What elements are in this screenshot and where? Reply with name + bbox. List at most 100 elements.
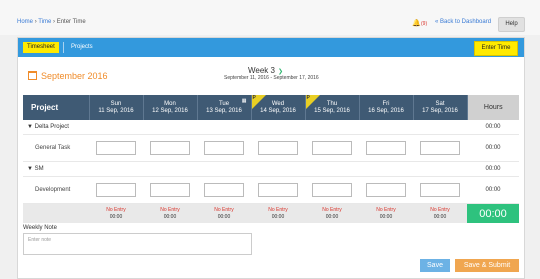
group-hours: 00:00 — [467, 120, 519, 135]
time-cell — [197, 134, 251, 162]
task-hours: 00:00 — [467, 134, 519, 162]
time-cell — [251, 176, 305, 204]
time-input[interactable] — [312, 183, 352, 197]
breadcrumb-separator: › — [34, 19, 37, 25]
day-date: 11 Sep, 2016 — [98, 107, 134, 114]
project-group-name[interactable]: ▼ SM — [23, 161, 143, 177]
day-header: P Thu 15 Sep, 2016 — [305, 95, 360, 120]
timesheet-card: Timesheet Projects Enter Time September … — [17, 37, 525, 279]
no-entry-status: No Entry — [214, 206, 234, 213]
time-input[interactable] — [366, 141, 406, 155]
grand-total: 00:00 — [467, 203, 519, 223]
task-hours: 00:00 — [467, 176, 519, 204]
help-button[interactable]: Help — [498, 17, 525, 32]
group-hours: 00:00 — [467, 161, 519, 177]
project-name: Delta Project — [34, 124, 69, 130]
alert-count[interactable]: (9) — [421, 21, 427, 27]
day-total-value: 00:00 — [325, 213, 339, 220]
time-input[interactable] — [312, 141, 352, 155]
project-group-name[interactable]: ▼ Delta Project — [23, 120, 143, 135]
time-cell — [197, 176, 251, 204]
day-date: 12 Sep, 2016 — [152, 107, 188, 114]
timesheet-table: Project Sun 11 Sep, 2016 Mon 12 Sep, 2016 … — [23, 95, 519, 223]
day-date: 17 Sep, 2016 — [422, 107, 458, 114]
pending-flag-label: P — [252, 95, 256, 101]
day-total-value: 00:00 — [163, 213, 177, 220]
task-row: Development 00:00 — [23, 176, 519, 204]
no-entry-status: No Entry — [160, 206, 180, 213]
task-row: General Task 00:00 — [23, 134, 519, 162]
pending-flag-label: P — [306, 95, 310, 101]
group-spacer — [143, 161, 467, 177]
breadcrumb-current: Enter Time — [56, 19, 86, 25]
project-group-row: ▼ SM 00:00 — [23, 161, 519, 177]
time-input[interactable] — [258, 141, 298, 155]
no-entry-status: No Entry — [430, 206, 450, 213]
enter-time-button[interactable]: Enter Time — [474, 41, 518, 56]
week-range: September 11, 2016 - September 17, 2016 — [224, 75, 319, 81]
breadcrumb-separator: › — [53, 19, 56, 25]
task-name: Development — [23, 176, 89, 204]
time-cell — [251, 134, 305, 162]
day-total: No Entry 00:00 — [413, 203, 467, 223]
time-input[interactable] — [96, 183, 136, 197]
time-cell — [89, 134, 143, 162]
tab-projects[interactable]: Projects — [71, 42, 93, 53]
top-bar: Home › Time › Enter Time 🔔 (9) « Back to… — [0, 0, 540, 35]
time-input[interactable] — [420, 183, 460, 197]
day-header: Sun 11 Sep, 2016 — [89, 95, 144, 120]
day-header: Mon 12 Sep, 2016 — [143, 95, 198, 120]
time-cell — [359, 134, 413, 162]
no-entry-status: No Entry — [106, 206, 126, 213]
time-cell — [413, 176, 467, 204]
week-selector[interactable]: Week 3 ❯ — [248, 66, 283, 75]
no-entry-status: No Entry — [322, 206, 342, 213]
time-input[interactable] — [96, 141, 136, 155]
day-header: ▦ Tue 13 Sep, 2016 — [197, 95, 252, 120]
caret-down-icon[interactable]: ▼ — [27, 166, 33, 172]
calendar-icon[interactable]: ▦ — [242, 98, 247, 104]
save-button[interactable]: Save — [420, 259, 450, 272]
time-cell — [89, 176, 143, 204]
time-cell — [413, 134, 467, 162]
time-input[interactable] — [204, 183, 244, 197]
time-cell — [143, 134, 197, 162]
save-submit-button[interactable]: Save & Submit — [455, 259, 519, 272]
week-label: Week 3 — [248, 66, 275, 75]
time-input[interactable] — [366, 183, 406, 197]
day-header: Fri 16 Sep, 2016 — [359, 95, 414, 120]
pending-flag-icon: P — [305, 95, 320, 109]
day-total: No Entry 00:00 — [251, 203, 305, 223]
day-name: Mon — [164, 100, 176, 107]
time-input[interactable] — [204, 141, 244, 155]
time-input[interactable] — [420, 141, 460, 155]
day-name: Sat — [435, 100, 445, 107]
caret-down-icon[interactable]: ▼ — [27, 124, 33, 130]
day-total: No Entry 00:00 — [143, 203, 197, 223]
day-total: No Entry 00:00 — [197, 203, 251, 223]
month-selector[interactable]: September 2016 — [28, 71, 108, 81]
time-input[interactable] — [258, 183, 298, 197]
time-cell — [143, 176, 197, 204]
breadcrumb-time[interactable]: Time — [38, 19, 51, 25]
weekly-note-input[interactable]: Enter note — [23, 233, 252, 255]
task-name: General Task — [23, 134, 89, 162]
day-total: No Entry 00:00 — [359, 203, 413, 223]
time-input[interactable] — [150, 183, 190, 197]
back-to-dashboard-link[interactable]: « Back to Dashboard — [435, 19, 491, 25]
time-input[interactable] — [150, 141, 190, 155]
totals-label-cell — [23, 203, 89, 223]
day-name: Sun — [110, 100, 122, 107]
totals-row: No Entry 00:00 No Entry 00:00 No Entry 00:0… — [23, 203, 519, 223]
bell-icon[interactable]: 🔔 — [412, 19, 421, 27]
breadcrumb-home[interactable]: Home — [17, 19, 33, 25]
tab-timesheet[interactable]: Timesheet — [23, 42, 59, 53]
table-header-row: Project Sun 11 Sep, 2016 Mon 12 Sep, 2016 … — [23, 95, 519, 120]
hours-column-header: Hours — [467, 95, 519, 120]
time-cell — [305, 134, 359, 162]
no-entry-status: No Entry — [376, 206, 396, 213]
day-header: Sat 17 Sep, 2016 — [413, 95, 468, 120]
calendar-icon — [28, 71, 37, 80]
breadcrumb: Home › Time › Enter Time — [17, 19, 86, 25]
day-total-value: 00:00 — [217, 213, 231, 220]
